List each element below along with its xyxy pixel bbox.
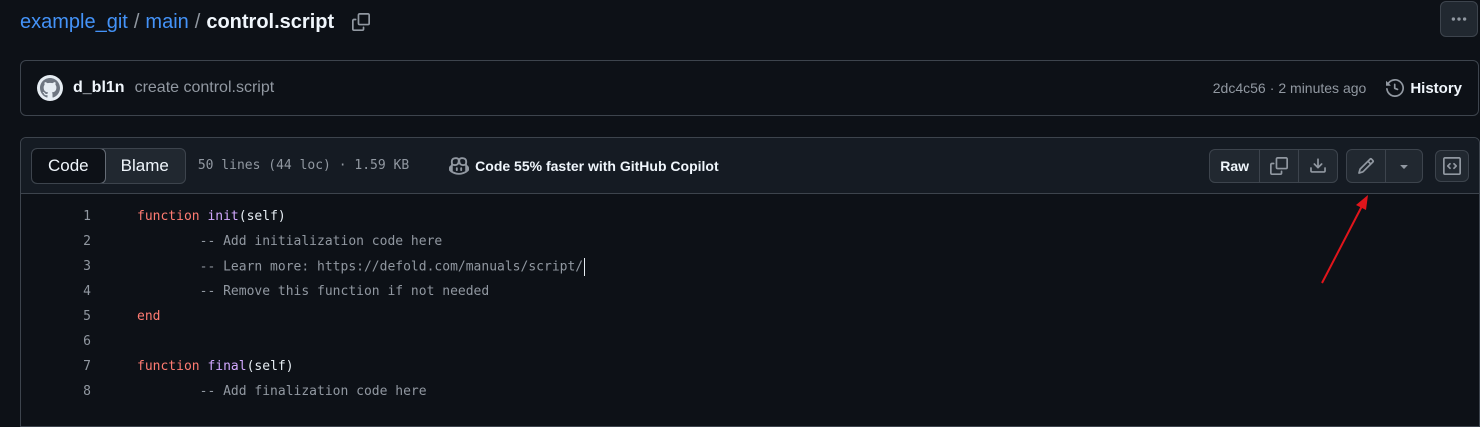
raw-copy-download-group: Raw: [1209, 148, 1338, 183]
github-mark-icon: [40, 78, 60, 98]
code-token: final: [207, 359, 247, 374]
commit-hash[interactable]: 2dc4c56: [1213, 80, 1266, 96]
breadcrumb-separator: /: [194, 10, 201, 33]
history-icon: [1386, 79, 1405, 97]
download-raw-button[interactable]: [1299, 150, 1337, 182]
copy-path-button[interactable]: [350, 11, 372, 33]
code-token: -- Add finalization code here: [137, 384, 427, 399]
code-token: end: [137, 309, 161, 324]
symbols-panel-button[interactable]: [1435, 149, 1469, 182]
commit-message[interactable]: create control.script: [135, 79, 275, 97]
tab-blame[interactable]: Blame: [105, 149, 185, 183]
line-content: -- Learn more: https://defold.com/manual…: [137, 257, 586, 276]
file-meta: 50 lines (44 loc) · 1.59 KB: [197, 158, 410, 173]
text-cursor: [584, 257, 586, 276]
commit-author[interactable]: d_bl1n: [73, 79, 125, 97]
history-label: History: [1410, 79, 1462, 97]
line-content: -- Add initialization code here: [137, 234, 443, 249]
line-content: function init(self): [137, 209, 286, 224]
kebab-horizontal-icon: [1451, 17, 1467, 21]
code-token: -- Add initialization code here: [137, 234, 443, 249]
code-token: function: [137, 359, 200, 374]
edit-group: [1346, 148, 1423, 183]
code-line: 6: [21, 329, 1479, 354]
latest-commit-bar: d_bl1n create control.script 2dc4c56 · 2…: [20, 60, 1479, 116]
download-icon: [1310, 157, 1326, 173]
code-line: 2 -- Add initialization code here: [21, 229, 1479, 254]
line-number[interactable]: 3: [21, 259, 91, 274]
avatar[interactable]: [37, 75, 63, 101]
line-content: -- Remove this function if not needed: [137, 284, 490, 299]
breadcrumb: example_git / main / control.script: [20, 8, 372, 36]
tab-code[interactable]: Code: [31, 148, 106, 183]
copilot-icon: [449, 156, 470, 175]
copy-icon: [352, 13, 371, 31]
code-token: (self): [238, 209, 286, 224]
line-number[interactable]: 2: [21, 234, 91, 249]
line-number[interactable]: 7: [21, 359, 91, 374]
commit-info: 2dc4c56 · 2 minutes ago History: [1213, 79, 1462, 97]
line-number[interactable]: 8: [21, 384, 91, 399]
breadcrumb-file-name: control.script: [206, 10, 335, 33]
pencil-icon: [1358, 157, 1374, 174]
code-token: (self): [246, 359, 294, 374]
breadcrumb-repo-link[interactable]: example_git: [20, 11, 128, 34]
edit-file-button[interactable]: [1347, 149, 1386, 182]
line-content: function final(self): [137, 359, 294, 374]
line-number[interactable]: 4: [21, 284, 91, 299]
code-token: function: [137, 209, 200, 224]
view-toggle: Code Blame: [31, 147, 186, 184]
line-number[interactable]: 1: [21, 209, 91, 224]
breadcrumb-branch-link[interactable]: main: [145, 11, 188, 34]
code-square-icon: [1443, 156, 1461, 175]
edit-options-dropdown[interactable]: [1386, 150, 1422, 182]
line-number[interactable]: 6: [21, 334, 91, 349]
file-actions: Raw: [1209, 148, 1469, 183]
code-line: 1 function init(self): [21, 204, 1479, 229]
code-view[interactable]: 1 function init(self) 2 -- Add initializat…: [21, 194, 1479, 404]
code-line: 8 -- Add finalization code here: [21, 379, 1479, 404]
raw-button[interactable]: Raw: [1210, 149, 1260, 182]
history-button[interactable]: History: [1386, 79, 1462, 97]
copy-raw-button[interactable]: [1260, 149, 1299, 182]
more-options-button[interactable]: [1440, 1, 1478, 37]
breadcrumb-separator: /: [133, 10, 140, 33]
copy-icon: [1270, 156, 1288, 175]
code-line: 3 -- Learn more: https://defold.com/manu…: [21, 254, 1479, 279]
copilot-promo-label: Code 55% faster with GitHub Copilot: [475, 157, 719, 174]
file-header: Code Blame 50 lines (44 loc) · 1.59 KB C…: [21, 138, 1479, 194]
code-line: 4 -- Remove this function if not needed: [21, 279, 1479, 304]
code-token: -- Remove this function if not needed: [137, 284, 490, 299]
file-viewer: Code Blame 50 lines (44 loc) · 1.59 KB C…: [20, 137, 1480, 427]
triangle-down-icon: [1400, 164, 1408, 169]
copilot-promo-link[interactable]: Code 55% faster with GitHub Copilot: [449, 156, 719, 176]
code-token: init: [207, 209, 239, 224]
line-content: -- Add finalization code here: [137, 384, 427, 399]
commit-info-separator: ·: [1269, 80, 1275, 96]
line-content: end: [137, 309, 160, 324]
code-token: -- Learn more: https://defold.com/manual…: [137, 259, 584, 274]
line-number[interactable]: 5: [21, 309, 91, 324]
code-line: 5 end: [21, 304, 1479, 329]
commit-time: 2 minutes ago: [1278, 80, 1367, 96]
code-line: 7 function final(self): [21, 354, 1479, 379]
